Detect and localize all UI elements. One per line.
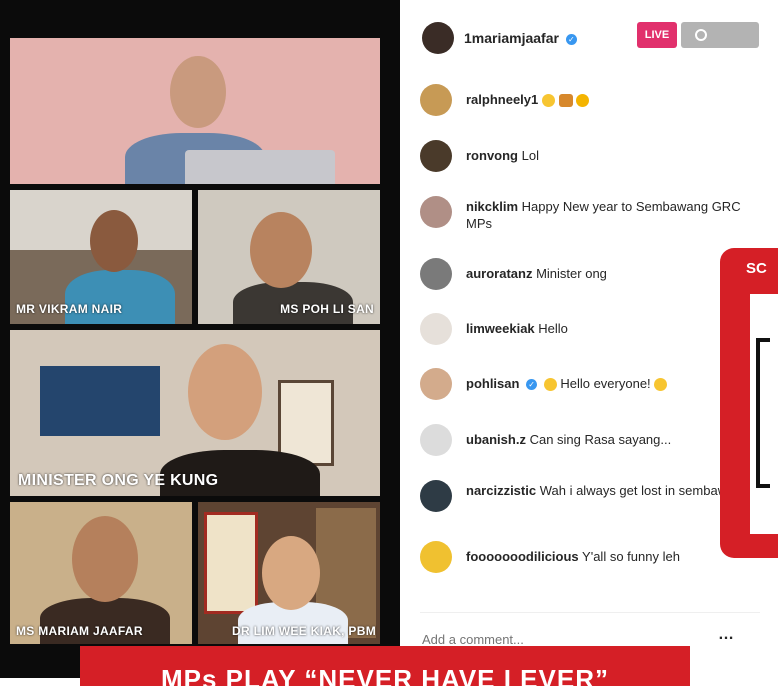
comment-text: nikcklim Happy New year to Sembawang GRC… xyxy=(466,198,766,232)
comment-body: Can sing Rasa sayang... xyxy=(529,432,672,447)
comment-item: ronvong Lol xyxy=(420,140,760,176)
comment-username[interactable]: limweekiak xyxy=(466,321,535,336)
promo-card: SC xyxy=(720,248,778,558)
host-username[interactable]: 1mariamjaafar xyxy=(464,30,559,46)
qr-code-icon xyxy=(756,338,770,488)
commenter-avatar[interactable] xyxy=(420,424,452,456)
headline-banner: MPs PLAY “NEVER HAVE I EVER” xyxy=(80,646,690,686)
comment-username[interactable]: pohlisan xyxy=(466,376,519,391)
video-tile-ong: MINISTER ONG YE KUNG xyxy=(10,330,380,496)
laptop xyxy=(185,150,335,184)
comment-item: nikcklim Happy New year to Sembawang GRC… xyxy=(420,196,760,240)
commenter-avatar[interactable] xyxy=(420,480,452,512)
ong-head xyxy=(188,344,262,440)
comment-text: ronvong Lol xyxy=(466,147,766,164)
comment-username[interactable]: ronvong xyxy=(466,148,518,163)
live-header: 1mariamjaafar ✓ LIVE xyxy=(400,0,778,70)
mariam-head xyxy=(72,516,138,602)
video-tile-poh: MS POH LI SAN xyxy=(198,190,380,324)
comment-username[interactable]: ubanish.z xyxy=(466,432,526,447)
more-options-button[interactable]: … xyxy=(718,626,734,644)
commenter-avatar[interactable] xyxy=(420,258,452,290)
comment-item: ubanish.z Can sing Rasa sayang... xyxy=(420,424,760,460)
comment-item: pohlisan ✓ Hello everyone! xyxy=(420,368,760,404)
viewer-count-button[interactable] xyxy=(681,22,759,48)
comment-item: fooooooodilicious Y'all so funny leh xyxy=(420,541,760,577)
comment-item: ralphneely1 xyxy=(420,84,760,120)
poh-head xyxy=(250,212,312,288)
eye-icon xyxy=(695,29,707,41)
qr-code-area[interactable] xyxy=(750,294,778,534)
comment-text: ralphneely1 xyxy=(466,91,766,108)
comment-body: Y'all so funny leh xyxy=(582,549,680,564)
calligraphy-scroll xyxy=(204,512,258,614)
headline-text: MPs PLAY “NEVER HAVE I EVER” xyxy=(161,664,609,686)
comment-body: Lol xyxy=(521,148,539,163)
comment-username[interactable]: ralphneely1 xyxy=(466,92,538,107)
commenter-avatar[interactable] xyxy=(420,368,452,400)
sun-emoji-icon xyxy=(576,94,590,108)
verified-badge-icon: ✓ xyxy=(526,379,538,391)
promo-heading: SC xyxy=(746,260,767,277)
comment-username[interactable]: fooooooodilicious xyxy=(466,549,579,564)
smile-emoji-icon xyxy=(654,378,668,392)
video-tile-lim: DR LIM WEE KIAK, PBM xyxy=(198,502,380,644)
commenter-avatar[interactable] xyxy=(420,140,452,172)
comment-body: Minister ong xyxy=(536,266,607,281)
video-tile-mariam: MS MARIAM JAAFAR xyxy=(10,502,192,644)
grin-emoji-icon xyxy=(541,94,555,108)
comment-username[interactable]: narcizzistic xyxy=(466,483,536,498)
tile-label: MR VIKRAM NAIR xyxy=(16,302,123,316)
tile-label: MS MARIAM JAAFAR xyxy=(16,624,143,638)
live-badge: LIVE xyxy=(637,22,677,48)
tile-label: MS POH LI SAN xyxy=(280,302,374,316)
video-tile-host xyxy=(10,38,380,184)
tile-label: MINISTER ONG YE KUNG xyxy=(18,472,219,489)
comment-divider xyxy=(420,612,760,613)
artwork-ocean xyxy=(40,366,160,436)
vikram-head xyxy=(90,210,138,272)
people-emoji-icon xyxy=(558,94,573,108)
comment-item: auroratanz Minister ong xyxy=(420,258,760,294)
host-username-row: 1mariamjaafar ✓ xyxy=(464,30,580,46)
commenter-avatar[interactable] xyxy=(420,196,452,228)
commenter-avatar[interactable] xyxy=(420,84,452,116)
comment-item: limweekiak Hello xyxy=(420,313,760,349)
host-avatar[interactable] xyxy=(422,22,454,54)
tile-label: DR LIM WEE KIAK, PBM xyxy=(232,624,376,638)
comment-username[interactable]: nikcklim xyxy=(466,199,518,214)
comment-body: Hello everyone! xyxy=(560,376,651,391)
video-tile-vikram: MR VIKRAM NAIR xyxy=(10,190,192,324)
video-grid: MR VIKRAM NAIR MS POH LI SAN MINISTER ON… xyxy=(0,0,400,678)
comment-username[interactable]: auroratanz xyxy=(466,266,532,281)
comment-body: Hello xyxy=(538,321,568,336)
commenter-avatar[interactable] xyxy=(420,313,452,345)
host-head xyxy=(170,56,226,128)
blush-emoji-icon xyxy=(543,378,557,392)
comment-item: narcizzistic Wah i always get lost in se… xyxy=(420,480,760,524)
verified-badge-icon: ✓ xyxy=(565,33,577,45)
lim-head xyxy=(262,536,320,610)
commenter-avatar[interactable] xyxy=(420,541,452,573)
